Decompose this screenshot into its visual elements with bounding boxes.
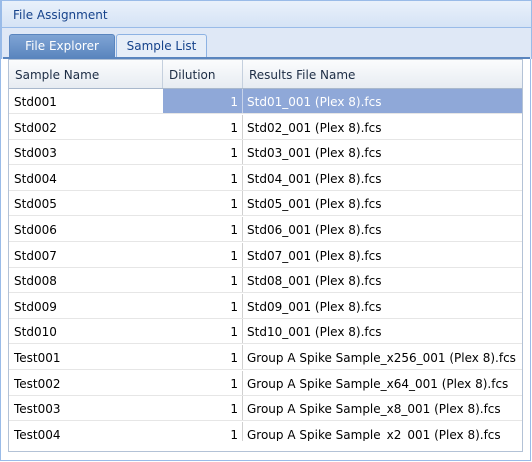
table-row[interactable]: Std004 1 Std04_001 (Plex 8).fcs bbox=[9, 165, 522, 191]
sample-name-cell[interactable]: Std009 bbox=[9, 294, 163, 318]
dilution-cell[interactable]: 1 bbox=[163, 165, 243, 190]
dilution-cell[interactable]: 1 bbox=[163, 345, 243, 369]
sample-name-cell[interactable]: Std002 bbox=[9, 115, 163, 139]
file-assignment-panel: File Assignment File Explorer Sample Lis… bbox=[0, 0, 532, 461]
table-row[interactable]: Test001 1 Group A Spike Sample_x256_001 (P… bbox=[9, 345, 522, 370]
dilution-cell[interactable]: 1 bbox=[163, 89, 243, 113]
tab-sample-list-label: Sample List bbox=[126, 39, 197, 53]
dilution-cell[interactable]: 1 bbox=[163, 140, 243, 165]
panel-title-text: File Assignment bbox=[13, 8, 108, 22]
sample-name-cell[interactable]: Test002 bbox=[9, 371, 163, 395]
table-row[interactable]: Std008 1 Std08_001 (Plex 8).fcs bbox=[9, 268, 522, 294]
dilution-cell[interactable]: 1 bbox=[163, 396, 243, 421]
results-file-cell[interactable]: Std10_001 (Plex 8).fcs bbox=[243, 319, 522, 343]
dilution-cell[interactable]: 1 bbox=[163, 370, 243, 395]
sample-name-cell[interactable]: Std004 bbox=[9, 166, 163, 190]
sample-name-cell[interactable]: Std003 bbox=[9, 140, 163, 164]
table-row[interactable]: Std001 1 Std01_001 (Plex 8).fcs bbox=[9, 89, 522, 114]
table-row[interactable]: Test003 1 Group A Spike Sample_x8_001 (Ple… bbox=[9, 396, 522, 422]
column-header-dilution[interactable]: Dilution bbox=[163, 60, 243, 88]
table-row[interactable]: Std007 1 Std07_001 (Plex 8).fcs bbox=[9, 242, 522, 268]
table-row[interactable]: Std009 1 Std09_001 (Plex 8).fcs bbox=[9, 293, 522, 319]
sample-name-cell[interactable]: Std001 bbox=[9, 89, 163, 113]
sample-name-cell[interactable]: Std008 bbox=[9, 268, 163, 292]
table-row[interactable]: Std002 1 Std02_001 (Plex 8).fcs bbox=[9, 114, 522, 140]
sample-name-cell[interactable]: Std006 bbox=[9, 217, 163, 241]
results-file-cell[interactable]: Std03_001 (Plex 8).fcs bbox=[243, 140, 522, 164]
grid-header: Sample Name Dilution Results File Name bbox=[9, 60, 522, 89]
dilution-cell[interactable]: 1 bbox=[163, 114, 243, 139]
tab-file-explorer-label: File Explorer bbox=[25, 39, 99, 53]
dilution-cell[interactable]: 1 bbox=[163, 268, 243, 293]
results-file-cell[interactable]: Std09_001 (Plex 8).fcs bbox=[243, 294, 522, 318]
dilution-cell[interactable]: 1 bbox=[163, 319, 243, 344]
results-file-cell[interactable]: Std06_001 (Plex 8).fcs bbox=[243, 217, 522, 241]
column-header-sample-name[interactable]: Sample Name bbox=[9, 60, 163, 88]
results-file-cell[interactable]: Std07_001 (Plex 8).fcs bbox=[243, 243, 522, 267]
table-row[interactable]: Std010 1 Std10_001 (Plex 8).fcs bbox=[9, 319, 522, 345]
tab-sample-list[interactable]: Sample List bbox=[116, 34, 207, 58]
results-file-cell[interactable]: Std04_001 (Plex 8).fcs bbox=[243, 166, 522, 190]
results-file-cell[interactable]: Group A Spike Sample_x64_001 (Plex 8).fc… bbox=[243, 371, 522, 395]
results-file-cell[interactable]: Std05_001 (Plex 8).fcs bbox=[243, 191, 522, 215]
sample-grid: Sample Name Dilution Results File Name S… bbox=[8, 59, 523, 452]
tab-strip: File Explorer Sample List bbox=[1, 28, 532, 59]
table-row[interactable]: Std003 1 Std03_001 (Plex 8).fcs bbox=[9, 140, 522, 166]
table-row[interactable]: Test002 1 Group A Spike Sample_x64_001 (Pl… bbox=[9, 370, 522, 396]
column-header-results-file-name[interactable]: Results File Name bbox=[243, 60, 522, 88]
results-file-cell[interactable]: Std02_001 (Plex 8).fcs bbox=[243, 115, 522, 139]
results-file-cell[interactable]: Std01_001 (Plex 8).fcs bbox=[243, 89, 522, 113]
tab-file-explorer[interactable]: File Explorer bbox=[9, 34, 115, 58]
dilution-cell[interactable]: 1 bbox=[163, 242, 243, 267]
sample-name-cell[interactable]: Std007 bbox=[9, 243, 163, 267]
sample-name-cell[interactable]: Std005 bbox=[9, 191, 163, 215]
table-row[interactable]: Std005 1 Std05_001 (Plex 8).fcs bbox=[9, 191, 522, 217]
sample-name-cell[interactable]: Test003 bbox=[9, 396, 163, 420]
grid-bottom-edge bbox=[9, 441, 522, 451]
results-file-cell[interactable]: Group A Spike Sample_x8_001 (Plex 8).fcs bbox=[243, 396, 522, 420]
sample-name-cell[interactable]: Std010 bbox=[9, 319, 163, 343]
table-row[interactable]: Std006 1 Std06_001 (Plex 8).fcs bbox=[9, 217, 522, 242]
sample-name-cell[interactable]: Test001 bbox=[9, 345, 163, 369]
panel-title: File Assignment bbox=[1, 0, 532, 28]
results-file-cell[interactable]: Group A Spike Sample_x256_001 (Plex 8).f… bbox=[243, 345, 522, 369]
dilution-cell[interactable]: 1 bbox=[163, 217, 243, 241]
dilution-cell[interactable]: 1 bbox=[163, 293, 243, 318]
dilution-cell[interactable]: 1 bbox=[163, 191, 243, 216]
results-file-cell[interactable]: Std08_001 (Plex 8).fcs bbox=[243, 268, 522, 292]
